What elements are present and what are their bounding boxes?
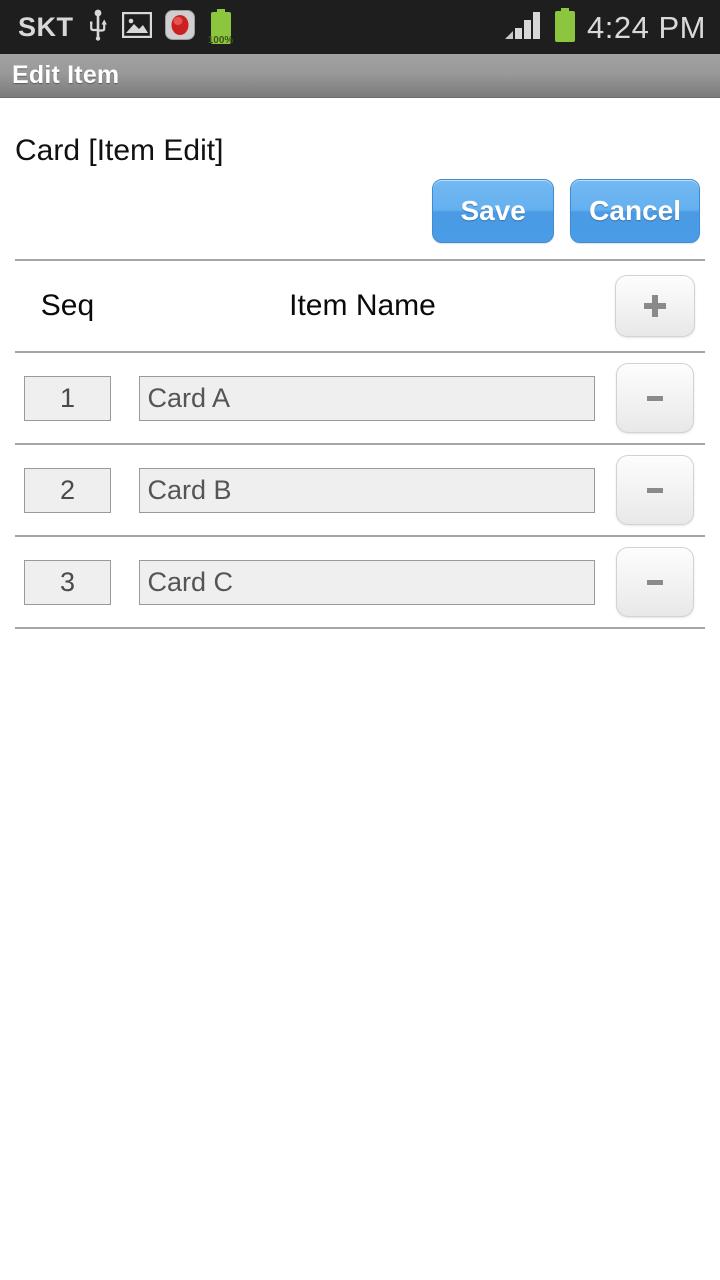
row-cell-item-name	[120, 467, 605, 513]
battery-icon	[553, 7, 577, 47]
minus-icon	[647, 579, 663, 585]
battery-percent-label: 100%	[207, 35, 234, 46]
save-button[interactable]: Save	[432, 179, 555, 243]
seq-value: 1	[24, 375, 111, 421]
item-name-input[interactable]	[138, 559, 595, 605]
signal-bars-icon	[505, 10, 543, 45]
status-bar-right-icons: 4:24 PM	[505, 7, 706, 47]
row-cell-item-name	[120, 375, 605, 421]
app-title-label: Edit Item	[12, 61, 120, 89]
row-cell-action	[605, 363, 705, 433]
row-cell-item-name	[120, 559, 605, 605]
minus-icon	[647, 395, 663, 401]
seq-value: 2	[24, 467, 111, 513]
status-bar-left-icons: SKT 100%	[18, 9, 505, 46]
record-icon	[164, 9, 195, 45]
row-cell-action	[605, 455, 705, 525]
app-title-bar: Edit Item	[0, 54, 720, 98]
header-label-item-name: Item Name	[289, 289, 436, 322]
remove-row-button[interactable]	[616, 455, 694, 525]
table-row: 1	[15, 353, 705, 443]
plus-icon	[644, 295, 666, 317]
item-name-input[interactable]	[138, 375, 595, 421]
header-label-seq: Seq	[40, 289, 95, 322]
table-bottom-divider	[15, 627, 705, 629]
clock-label: 4:24 PM	[587, 9, 706, 45]
item-table: Seq Item Name 1 Card A 2 Card B 3 Card C	[15, 259, 705, 629]
remove-row-button[interactable]	[616, 363, 694, 433]
header-cell-action	[605, 275, 705, 337]
row-cell-seq: 2	[15, 467, 120, 513]
add-row-button[interactable]	[615, 275, 695, 337]
seq-value: 3	[24, 559, 111, 605]
item-name-input[interactable]	[138, 467, 595, 513]
image-icon	[121, 11, 152, 43]
battery-icon: 100%	[207, 9, 234, 46]
header-cell-seq: Seq	[15, 289, 120, 323]
cancel-button[interactable]: Cancel	[570, 179, 700, 243]
page-title: Card [Item Edit]	[15, 134, 224, 167]
page-content: Card [Item Edit] Save Cancel Seq Item Na…	[0, 99, 720, 1280]
status-bar: SKT 100% 4:24 PM	[0, 0, 720, 54]
remove-row-button[interactable]	[616, 547, 694, 617]
carrier-label: SKT	[18, 11, 74, 42]
row-cell-seq: 1	[15, 375, 120, 421]
table-row: 2	[15, 445, 705, 535]
usb-icon	[87, 9, 109, 46]
row-cell-seq: 3	[15, 559, 120, 605]
action-button-group: Save Cancel	[432, 179, 700, 243]
header-cell-item-name: Item Name	[120, 289, 605, 323]
table-header-row: Seq Item Name	[15, 261, 705, 351]
minus-icon	[647, 487, 663, 493]
row-cell-action	[605, 547, 705, 617]
table-row: 3	[15, 537, 705, 627]
